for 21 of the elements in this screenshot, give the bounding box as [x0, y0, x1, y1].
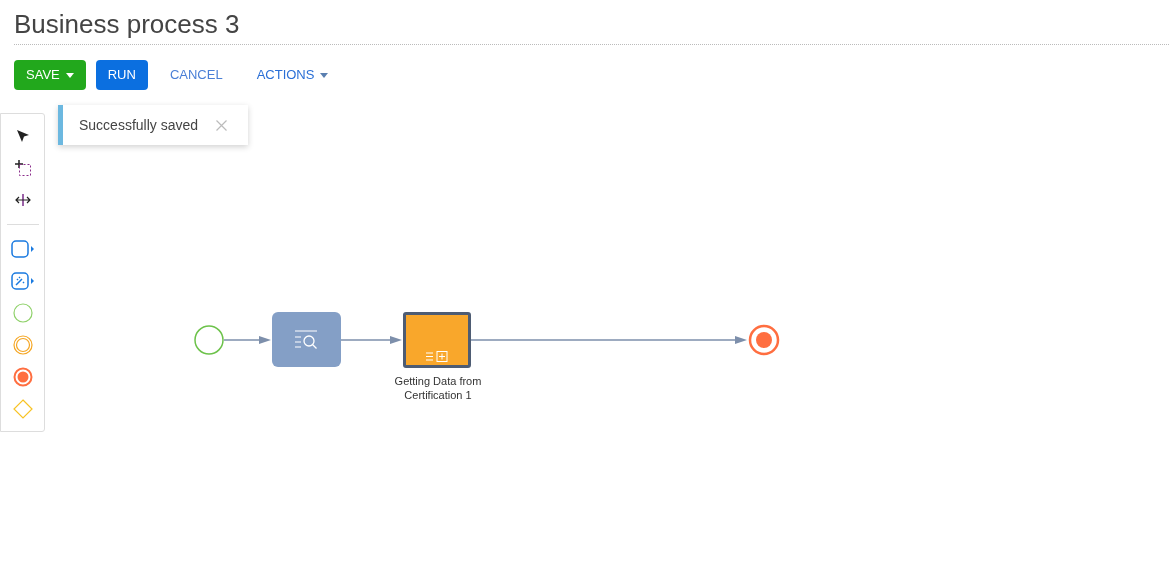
- start-event-icon[interactable]: [12, 303, 33, 323]
- node-label: Getting Data from Certification 1: [393, 374, 483, 402]
- auto-task-icon[interactable]: [10, 272, 35, 290]
- caret-icon: [320, 72, 329, 78]
- task-icon[interactable]: [10, 240, 35, 258]
- cancel-button[interactable]: CANCEL: [157, 60, 235, 90]
- end-event: [748, 324, 780, 356]
- notification-text: Successfully saved: [79, 115, 199, 135]
- connector-arrow: [340, 336, 402, 344]
- caret-icon: [65, 72, 74, 78]
- save-button[interactable]: SAVE: [14, 60, 86, 90]
- space-tool-icon[interactable]: [14, 193, 31, 207]
- end-event-icon[interactable]: [12, 367, 33, 387]
- page-title: Business process 3: [14, 8, 241, 41]
- lasso-select-icon[interactable]: [13, 159, 32, 177]
- run-button[interactable]: RUN: [95, 60, 148, 90]
- pointer-icon[interactable]: [15, 129, 30, 143]
- start-event: [194, 325, 224, 355]
- actions-button[interactable]: ACTIONS: [244, 60, 341, 90]
- subprocess-marker-icon: [426, 351, 448, 362]
- connector-arrow: [223, 336, 271, 344]
